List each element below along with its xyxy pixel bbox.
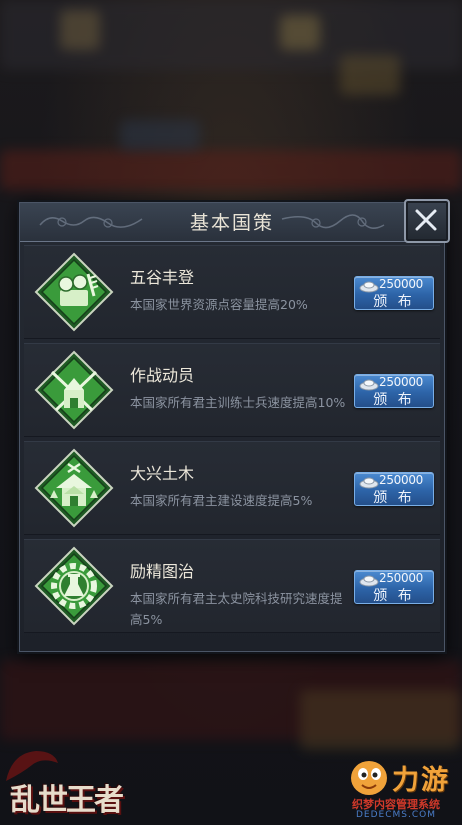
background-blur xyxy=(280,15,320,50)
watermark-brand: 力游 xyxy=(392,765,450,796)
policy-name: 大兴土木 xyxy=(130,464,195,483)
issue-button-label: 颁 布 xyxy=(373,490,415,506)
policy-name: 励精图治 xyxy=(130,562,195,581)
site-watermark: 力游 织梦内容管理系统 DEDECMS.COM xyxy=(346,752,460,822)
policy-name: 作战动员 xyxy=(130,366,195,385)
cost-value: 250000 xyxy=(379,473,424,487)
policy-description: 本国家所有君主建设速度提高5% xyxy=(130,493,313,508)
policy-dialog: 基本国策 五谷丰登 本国家世界资源点容量提高20% 250000 颁 布 作战动… xyxy=(19,199,450,652)
game-screen: 基本国策 五谷丰登 本国家世界资源点容量提高20% 250000 颁 布 作战动… xyxy=(0,0,462,825)
research-gear-flask-icon xyxy=(34,546,114,626)
issue-button-label: 颁 布 xyxy=(373,392,415,408)
background-blur xyxy=(120,120,200,150)
dialog-title: 基本国策 xyxy=(189,212,274,234)
cost-value: 250000 xyxy=(379,277,424,291)
dialog-header: 基本国策 xyxy=(20,199,450,243)
mascot-icon xyxy=(351,761,387,795)
background-blur xyxy=(300,690,460,750)
game-logo: 乱世王者 xyxy=(2,745,142,825)
cost-value: 250000 xyxy=(379,571,424,585)
issue-button[interactable]: 250000 颁 布 xyxy=(354,570,434,604)
policy-row-mobilize: 作战动员 本国家所有君主训练士兵速度提高10% 250000 颁 布 xyxy=(24,343,440,437)
issue-button-label: 颁 布 xyxy=(373,588,415,604)
policy-description: 本国家世界资源点容量提高20% xyxy=(130,297,308,312)
game-logo-text: 乱世王者 xyxy=(10,783,124,818)
watermark-url: DEDECMS.COM xyxy=(356,810,436,820)
cost-value: 250000 xyxy=(379,375,424,389)
policy-row-harvest: 五谷丰登 本国家世界资源点容量提高20% 250000 颁 布 xyxy=(24,245,440,339)
background-blur xyxy=(60,10,100,50)
policy-name: 五谷丰登 xyxy=(130,268,195,287)
harvest-coins-icon xyxy=(34,252,114,332)
background-blur xyxy=(340,55,400,95)
policy-row-construction: 大兴土木 本国家所有君主建设速度提高5% 250000 颁 布 xyxy=(24,441,440,535)
issue-button-label: 颁 布 xyxy=(373,294,415,310)
close-button[interactable] xyxy=(404,199,450,243)
close-x-icon xyxy=(415,209,437,231)
policy-row-research: 励精图治 本国家所有君主太史院科技研究速度提高5% 250000 颁 布 xyxy=(24,539,440,633)
policy-description: 本国家所有君主太史院科技研究速度提高5% xyxy=(130,591,343,627)
issue-button[interactable]: 250000 颁 布 xyxy=(354,374,434,408)
crossed-swords-castle-icon xyxy=(34,350,114,430)
issue-button[interactable]: 250000 颁 布 xyxy=(354,276,434,310)
building-tools-icon xyxy=(34,448,114,528)
policy-description: 本国家所有君主训练士兵速度提高10% xyxy=(130,395,346,410)
background-blur xyxy=(0,150,462,190)
issue-button[interactable]: 250000 颁 布 xyxy=(354,472,434,506)
